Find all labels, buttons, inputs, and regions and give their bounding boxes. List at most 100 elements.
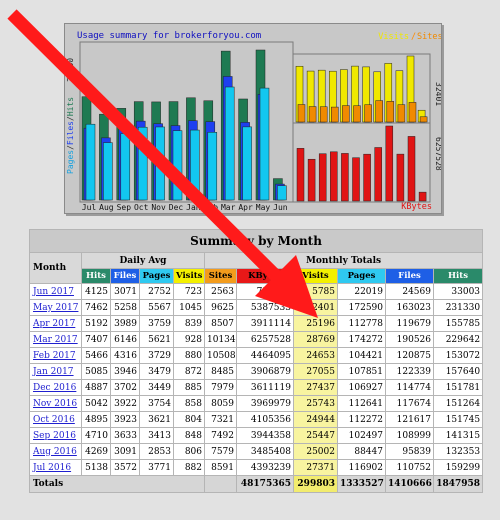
month-cell[interactable]: Oct 2016 [29, 411, 82, 428]
monthly-pages-cell: 172590 [337, 299, 386, 316]
monthly-kbytes-cell: 3485408 [236, 443, 294, 460]
monthly-files-cell: 108999 [385, 427, 434, 444]
monthly-sites-header: Sites [204, 268, 237, 284]
month-link[interactable]: Apr 2017 [33, 319, 75, 329]
monthly-sites-cell: 8485 [204, 363, 237, 380]
table-row: Jul 2016 5138 3572 3771 882 8591 4393239 27371 1… [29, 459, 484, 476]
monthly-kbytes-cell: 3969979 [236, 395, 294, 412]
month-cell[interactable]: Jun 2017 [29, 283, 82, 300]
monthly-kbytes-cell: 3906879 [236, 363, 294, 380]
month-cell[interactable]: May 2017 [29, 299, 82, 316]
month-link[interactable]: Jan 2017 [33, 367, 74, 377]
right-bottom-max: 6257528 [434, 137, 441, 171]
total-pages: 1333527 [337, 475, 386, 493]
month-cell[interactable]: Feb 2017 [29, 347, 82, 364]
sites-bar [353, 105, 361, 123]
month-cell[interactable]: Aug 2016 [29, 443, 82, 460]
month-link[interactable]: Nov 2016 [33, 399, 77, 409]
monthly-kbytes-cell: 3911114 [236, 315, 294, 332]
month-link[interactable]: Jul 2016 [33, 463, 71, 473]
month-tick-label: Jun [273, 203, 288, 212]
monthly-hits-cell: 153072 [432, 347, 484, 364]
month-link[interactable]: Aug 2016 [33, 447, 77, 457]
pages-bar [190, 129, 200, 201]
monthly-sites-cell: 2563 [204, 283, 237, 300]
monthly-files-cell: 117674 [385, 395, 434, 412]
monthly-hits-cell: 159299 [432, 459, 484, 476]
monthly-files-cell: 120875 [385, 347, 434, 364]
monthly-hits-cell: 33003 [432, 283, 484, 300]
sites-bar [364, 104, 372, 123]
table-title: Summary by Month [28, 229, 484, 253]
month-link[interactable]: Mar 2017 [33, 335, 78, 345]
monthly-pages-cell: 112778 [337, 315, 386, 332]
monthly-files-cell: 114774 [385, 379, 434, 396]
month-link[interactable]: Oct 2016 [33, 415, 75, 425]
daily-pages-cell: 3759 [139, 315, 174, 332]
monthly-sites-cell: 7321 [204, 411, 237, 428]
sites-bar [419, 116, 428, 123]
month-tick-label: Dec [169, 203, 184, 212]
monthly-visits-cell: 25196 [293, 315, 338, 332]
daily-visits-cell: 839 [173, 315, 205, 332]
monthly-pages-cell: 102497 [337, 427, 386, 444]
monthly-visits-cell: 28769 [293, 331, 338, 348]
daily-hits-cell: 4269 [81, 443, 111, 460]
monthly-hits-cell: 141315 [432, 427, 484, 444]
month-cell[interactable]: Dec 2016 [29, 379, 82, 396]
pages-bar [172, 130, 183, 201]
month-link[interactable]: Jun 2017 [33, 287, 74, 297]
monthly-visits-cell: 27055 [293, 363, 338, 380]
month-cell[interactable]: Apr 2017 [29, 315, 82, 332]
monthly-sites-cell: 8591 [204, 459, 237, 476]
legend-sites: Sites [417, 32, 441, 42]
daily-hits-cell: 4125 [81, 283, 111, 300]
month-tick-label: Nov [151, 203, 166, 212]
month-cell[interactable]: Mar 2017 [29, 331, 82, 348]
totals-row: Totals 48175365 299803 1333527 1410666 1… [29, 475, 484, 493]
table-row: Feb 2017 5466 4316 3729 880 10508 4464095 24653… [29, 347, 484, 364]
daily-files-cell: 3702 [110, 379, 140, 396]
month-link[interactable]: May 2017 [33, 303, 78, 313]
summary-by-month-table: Summary by Month Month Daily Avg Monthly… [28, 229, 484, 493]
monthly-pages-cell: 116902 [337, 459, 386, 476]
daily-hits-cell: 5085 [81, 363, 111, 380]
month-cell[interactable]: Jul 2016 [29, 459, 82, 476]
daily-hits-cell: 4895 [81, 411, 111, 428]
monthly-files-cell: 24569 [385, 283, 434, 300]
kbytes-bars [296, 125, 427, 202]
daily-pages-cell: 3449 [139, 379, 174, 396]
month-link[interactable]: Dec 2016 [33, 383, 76, 393]
kbytes-bar [385, 125, 394, 202]
daily-files-cell: 3071 [110, 283, 140, 300]
daily-files-cell: 4316 [110, 347, 140, 364]
monthly-pages-cell: 104421 [337, 347, 386, 364]
table-row: Aug 2016 4269 3091 2853 806 7579 3485408 25002 8… [29, 443, 484, 460]
monthly-sites-cell: 10134 [204, 331, 237, 348]
monthly-visits-cell: 24653 [293, 347, 338, 364]
monthly-sites-cell: 7979 [204, 379, 237, 396]
daily-files-cell: 3923 [110, 411, 140, 428]
month-cell[interactable]: Nov 2016 [29, 395, 82, 412]
month-header: Month [29, 252, 82, 284]
monthly-pages-cell: 107851 [337, 363, 386, 380]
month-cell[interactable]: Jan 2017 [29, 363, 82, 380]
monthly-files-cell: 122339 [385, 363, 434, 380]
month-cell[interactable]: Sep 2016 [29, 427, 82, 444]
month-tick-label: Mar [221, 203, 236, 212]
total-files: 1410666 [385, 475, 434, 493]
visits-sites-bars [295, 55, 428, 123]
month-link[interactable]: Feb 2017 [33, 351, 76, 361]
monthly-files-cell: 190526 [385, 331, 434, 348]
monthly-pages-cell: 22019 [337, 283, 386, 300]
monthly-pages-cell: 174272 [337, 331, 386, 348]
month-link[interactable]: Sep 2016 [33, 431, 76, 441]
usage-chart-panel: Usage summary for brokerforyou.com Visit… [64, 23, 442, 214]
daily-pages-cell: 3621 [139, 411, 174, 428]
monthly-hits-cell: 231330 [432, 299, 484, 316]
daily-pages-cell: 3754 [139, 395, 174, 412]
table-row: Sep 2016 4710 3633 3413 848 7492 3944358 25447 1… [29, 427, 484, 444]
totals-label: Totals [29, 475, 205, 493]
total-sites [204, 475, 237, 493]
pages-bar [224, 86, 235, 201]
